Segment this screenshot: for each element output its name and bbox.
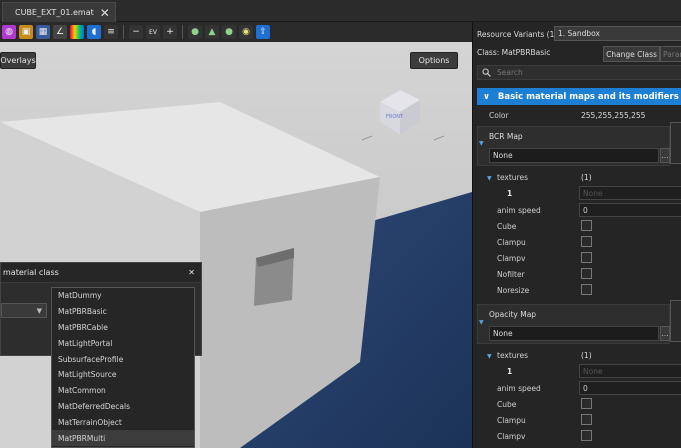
bcr-flag-cube: Cube	[497, 222, 517, 231]
angle-icon[interactable]: ∠	[53, 25, 67, 39]
material-icon[interactable]: ◍	[2, 25, 16, 39]
bcr-texture-index: 1	[507, 189, 513, 198]
opacity-anim-speed-label: anim speed	[497, 384, 541, 393]
variants-label: Resource Variants (1)	[477, 29, 558, 39]
sphere-top-icon[interactable]: ▲	[205, 25, 219, 39]
bcr-nofilter-checkbox[interactable]	[581, 268, 592, 279]
bcr-clampv-checkbox[interactable]	[581, 252, 592, 263]
dialog-header: material class ✕	[1, 263, 201, 283]
sphere-flat-icon[interactable]: ●	[188, 25, 202, 39]
bcr-map-title: BCR Map	[489, 132, 523, 141]
list-item[interactable]: SubsurfaceProfile	[52, 351, 194, 367]
list-item[interactable]: MatCommon	[52, 383, 194, 399]
bcr-map-box: BCR Map None …	[477, 126, 670, 166]
ev-icon[interactable]: EV	[146, 25, 160, 39]
list-item[interactable]: MatLightSource	[52, 367, 194, 383]
svg-text:FRONT: FRONT	[386, 114, 404, 120]
search-icon	[482, 68, 491, 77]
opacity-cube-checkbox[interactable]	[581, 398, 592, 409]
opacity-texture-field[interactable]: None	[579, 364, 681, 378]
minus-icon[interactable]: −	[129, 25, 143, 39]
bcr-anim-speed-field[interactable]: 0	[579, 203, 681, 217]
color-value[interactable]: 255,255,255,255	[581, 111, 645, 120]
opacity-textures-count: (1)	[581, 351, 592, 360]
viewport-toolbar: ◍ ▣ ▦ ∠ ◖ ≡ − EV + ● ▲ ● ◉ ⇪	[0, 22, 472, 42]
toolbar-divider	[182, 25, 183, 39]
image-icon[interactable]: ▦	[36, 25, 50, 39]
toolbar-divider	[123, 25, 124, 39]
opacity-flag-cube: Cube	[497, 400, 517, 409]
list-item[interactable]: MatPBRCable	[52, 320, 194, 336]
bcr-textures-count: (1)	[581, 173, 592, 182]
list-item[interactable]: MatLightPortal	[52, 335, 194, 351]
opacity-map-field[interactable]: None	[489, 326, 659, 341]
tab-title: CUBE_EXT_01.emat	[15, 8, 94, 17]
bcr-flag-noresize: Noresize	[497, 286, 530, 295]
expand-arrow-icon[interactable]: ▼	[479, 319, 484, 326]
bcr-flag-clampv: Clampv	[497, 254, 526, 263]
opacity-anim-speed-field[interactable]: 0	[579, 381, 681, 395]
browse-button[interactable]: …	[660, 326, 670, 341]
opacity-texture-index: 1	[507, 367, 513, 376]
variant-select[interactable]: 1. Sandbox	[554, 26, 681, 41]
bcr-clampu-checkbox[interactable]	[581, 236, 592, 247]
bcr-texture-field[interactable]: None	[579, 186, 681, 200]
list-item-selected[interactable]: MatPBRMulti	[52, 430, 194, 446]
light-icon[interactable]: ◖	[87, 25, 101, 39]
browse-button[interactable]: …	[660, 148, 670, 163]
opacity-map-thumbnail[interactable]	[670, 300, 681, 342]
properties-panel: Resource Variants (1) 1. Sandbox Class: …	[472, 22, 681, 448]
color-label: Color	[489, 111, 509, 120]
chevron-down-icon: ▼	[36, 307, 42, 315]
bcr-map-thumbnail[interactable]	[670, 122, 681, 164]
tab-bar: CUBE_EXT_01.emat ✕	[0, 0, 681, 22]
opacity-map-title: Opacity Map	[489, 310, 537, 319]
opacity-map-box: Opacity Map None …	[477, 304, 670, 344]
close-tab-icon[interactable]: ✕	[100, 7, 110, 19]
options-button[interactable]: Options	[410, 52, 458, 69]
sphere-shaded-icon[interactable]: ●	[222, 25, 236, 39]
class-dropdown-list: MatDummy MatPBRBasic MatPBRCable MatLigh…	[51, 287, 195, 448]
menu-icon[interactable]: ≡	[104, 25, 118, 39]
close-dialog-icon[interactable]: ✕	[188, 268, 195, 277]
section-header[interactable]: ∨ Basic material maps and its modifiers	[477, 88, 681, 105]
sphere-lit-icon[interactable]: ◉	[239, 25, 253, 39]
bcr-flag-clampu: Clampu	[497, 238, 526, 247]
list-item[interactable]: MatDeferredDecals	[52, 399, 194, 415]
list-item[interactable]: MatDummy	[52, 288, 194, 304]
export-icon[interactable]: ⇪	[256, 25, 270, 39]
dialog-title: material class	[3, 268, 59, 277]
class-label: Class: MatPBRBasic	[477, 48, 551, 57]
overlays-button[interactable]: Overlays	[0, 52, 36, 69]
bcr-anim-speed-label: anim speed	[497, 206, 541, 215]
search-input[interactable]: Search	[477, 65, 681, 80]
list-item[interactable]: MatPBRBasic	[52, 304, 194, 320]
bcr-cube-checkbox[interactable]	[581, 220, 592, 231]
opacity-flag-clampv: Clampv	[497, 432, 526, 441]
chevron-down-icon: ∨	[483, 91, 490, 102]
bcr-noresize-checkbox[interactable]	[581, 284, 592, 295]
list-item[interactable]: MatTerrainObject	[52, 414, 194, 430]
bcr-flag-nofilter: Nofilter	[497, 270, 525, 279]
section-title: Basic material maps and its modifiers	[497, 91, 679, 102]
opacity-clampv-checkbox[interactable]	[581, 430, 592, 441]
camera-icon[interactable]: ▣	[19, 25, 33, 39]
tab-material-file[interactable]: CUBE_EXT_01.emat ✕	[2, 2, 116, 22]
class-dropdown[interactable]: ▼	[1, 303, 47, 318]
opacity-textures-label: textures	[497, 351, 528, 360]
bcr-textures-label: textures	[497, 173, 528, 182]
opacity-clampu-checkbox[interactable]	[581, 414, 592, 425]
expand-arrow-icon[interactable]: ▼	[479, 140, 484, 147]
change-class-button[interactable]: Change Class	[603, 46, 660, 62]
bcr-map-field[interactable]: None	[489, 148, 659, 163]
opacity-flag-clampu: Clampu	[497, 416, 526, 425]
params-button[interactable]: Param	[660, 46, 681, 62]
expand-arrow-icon[interactable]: ▼	[487, 353, 492, 360]
search-placeholder: Search	[497, 68, 523, 77]
expand-arrow-icon[interactable]: ▼	[487, 175, 492, 182]
plus-icon[interactable]: +	[163, 25, 177, 39]
palette-icon[interactable]	[70, 25, 84, 39]
